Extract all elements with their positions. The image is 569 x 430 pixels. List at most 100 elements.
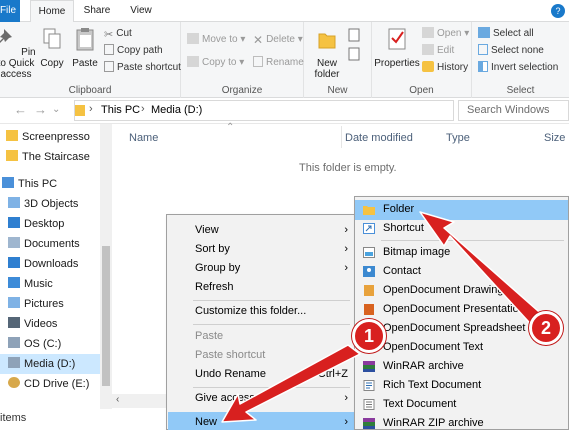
scissors-icon: ✂: [104, 29, 114, 41]
nav-item-the-staircase[interactable]: The Staircase: [6, 147, 90, 167]
nav-item-cd-drive-e[interactable]: CD Drive (E:): [8, 374, 89, 394]
menu-item-undo-rename[interactable]: Undo Rename: [195, 365, 266, 384]
menu-separator: [193, 300, 350, 301]
menu-separator: [193, 324, 350, 325]
paste-shortcut-button[interactable]: Paste shortcut: [104, 60, 181, 76]
breadcrumb-this-pc[interactable]: This PC: [101, 104, 140, 116]
open-group: Properties Open ▾ Edit History Open: [372, 22, 472, 98]
nav-item-screenpresso[interactable]: Screenpresso: [6, 127, 90, 147]
address-bar[interactable]: › This PC › Media (D:): [74, 100, 454, 121]
help-icon[interactable]: ?: [551, 4, 565, 18]
properties-label: Properties: [374, 58, 420, 69]
new-item-icon[interactable]: [348, 28, 364, 68]
pin-quick-access-button[interactable]: Pin to Quick access: [0, 26, 36, 80]
folder-icon: [6, 130, 18, 141]
rename-button[interactable]: Rename: [253, 55, 304, 71]
menu-item-new[interactable]: New: [195, 413, 217, 430]
submenu-label: Folder: [383, 203, 415, 215]
back-arrow-icon[interactable]: ←: [14, 102, 27, 117]
delete-button[interactable]: ✕ Delete ▾: [253, 32, 303, 48]
delete-label: Delete: [266, 34, 295, 45]
tab-view[interactable]: View: [124, 0, 158, 22]
nav-item-documents[interactable]: Documents: [8, 234, 80, 254]
menu-item-give-access[interactable]: Give access to: [195, 389, 267, 408]
menu-item-paste-shortcut[interactable]: Paste shortcut: [195, 346, 265, 365]
open-button[interactable]: Open ▾: [422, 26, 469, 42]
download-icon: [8, 257, 20, 268]
nav-item-videos[interactable]: Videos: [8, 314, 57, 334]
submenu-item-winrar-zip[interactable]: WinRAR ZIP archive: [355, 414, 568, 430]
tab-file[interactable]: File: [0, 0, 20, 22]
properties-button[interactable]: Properties: [374, 26, 420, 69]
submenu-arrow-icon: ›: [344, 416, 348, 428]
select-all-button[interactable]: Select all: [478, 26, 534, 42]
new-folder-button[interactable]: New folder: [310, 26, 344, 80]
column-size[interactable]: Size: [544, 132, 565, 144]
organize-group-label: Organize: [221, 85, 263, 96]
column-name[interactable]: Name: [129, 132, 158, 144]
paste-button[interactable]: Paste: [70, 26, 100, 69]
invert-selection-label: Invert selection: [491, 62, 559, 73]
copy-path-button[interactable]: Copy path: [104, 43, 163, 59]
music-icon: [8, 277, 20, 288]
submenu-item-text-document[interactable]: Text Document: [355, 395, 568, 414]
select-group: Select all Select none Invert selection …: [472, 22, 569, 98]
new-group-label: New: [327, 85, 348, 96]
desktop-icon: [8, 217, 20, 228]
status-items: items: [0, 412, 27, 424]
submenu-item-shortcut[interactable]: Shortcut: [355, 219, 568, 238]
nav-item-pictures[interactable]: Pictures: [8, 294, 64, 314]
nav-item-media-d[interactable]: Media (D:): [8, 354, 75, 374]
copy-path-label: Copy path: [117, 45, 163, 56]
submenu-label: OpenDocument Spreadsheet: [383, 322, 526, 334]
nav-item-3d-objects[interactable]: 3D Objects: [8, 194, 78, 214]
tab-home[interactable]: Home: [30, 0, 74, 23]
sort-chevron-icon: ⌃: [226, 122, 235, 133]
column-type[interactable]: Type: [446, 132, 470, 144]
rich-text-icon: [363, 380, 375, 391]
menu-item-customize[interactable]: Customize this folder...: [195, 302, 306, 321]
column-date-modified[interactable]: Date modified: [345, 132, 413, 144]
history-button[interactable]: History: [422, 60, 468, 76]
scroll-left-icon[interactable]: ‹: [116, 394, 119, 405]
copy-to-icon: [187, 56, 199, 67]
breadcrumb-media-d[interactable]: Media (D:): [151, 104, 202, 116]
submenu-item-winrar-archive[interactable]: WinRAR archive: [355, 357, 568, 376]
copy-icon: [43, 28, 61, 49]
nav-item-desktop[interactable]: Desktop: [8, 214, 64, 234]
invert-selection-button[interactable]: Invert selection: [478, 60, 558, 76]
breadcrumb-sep-icon: ›: [89, 103, 93, 115]
submenu-label: Text Document: [383, 398, 457, 410]
menu-item-group-by[interactable]: Group by: [195, 259, 240, 278]
select-none-button[interactable]: Select none: [478, 43, 544, 59]
nav-item-label: Videos: [24, 318, 58, 330]
select-none-label: Select none: [491, 45, 544, 56]
nav-item-this-pc[interactable]: This PC: [2, 174, 57, 194]
menu-item-sort-by[interactable]: Sort by: [195, 240, 230, 259]
submenu-item-folder[interactable]: Folder: [355, 200, 568, 219]
menu-item-view[interactable]: View: [195, 221, 219, 240]
edit-button[interactable]: Edit: [422, 43, 454, 59]
menu-item-paste[interactable]: Paste: [195, 327, 223, 346]
nav-item-os-c[interactable]: OS (C:): [8, 334, 61, 354]
copy-button[interactable]: Copy: [38, 26, 66, 69]
nav-scrollbar-thumb[interactable]: [102, 246, 110, 386]
nav-item-music[interactable]: Music: [8, 274, 53, 294]
ribbon: Pin to Quick access Copy Paste ✂ Cut Copy…: [0, 22, 569, 98]
submenu-item-rich-text[interactable]: Rich Text Document: [355, 376, 568, 395]
submenu-item-contact[interactable]: Contact: [355, 262, 568, 281]
nav-item-downloads[interactable]: Downloads: [8, 254, 78, 274]
cut-button[interactable]: ✂ Cut: [104, 26, 132, 42]
submenu-item-od-drawing[interactable]: OpenDocument Drawing: [355, 281, 568, 300]
menu-item-refresh[interactable]: Refresh: [195, 278, 234, 297]
move-to-button[interactable]: Move to ▾: [187, 32, 245, 48]
tab-share[interactable]: Share: [80, 0, 114, 22]
cube-icon: [8, 197, 20, 208]
new-folder-icon: [318, 33, 336, 49]
copy-to-button[interactable]: Copy to ▾: [187, 55, 244, 71]
search-input[interactable]: Search Windows: [458, 100, 569, 121]
submenu-item-bitmap[interactable]: Bitmap image: [355, 243, 568, 262]
forward-arrow-icon[interactable]: →: [34, 102, 47, 117]
step-badge-2: 2: [529, 311, 563, 345]
recent-chevron-icon[interactable]: ⌄: [52, 104, 60, 115]
